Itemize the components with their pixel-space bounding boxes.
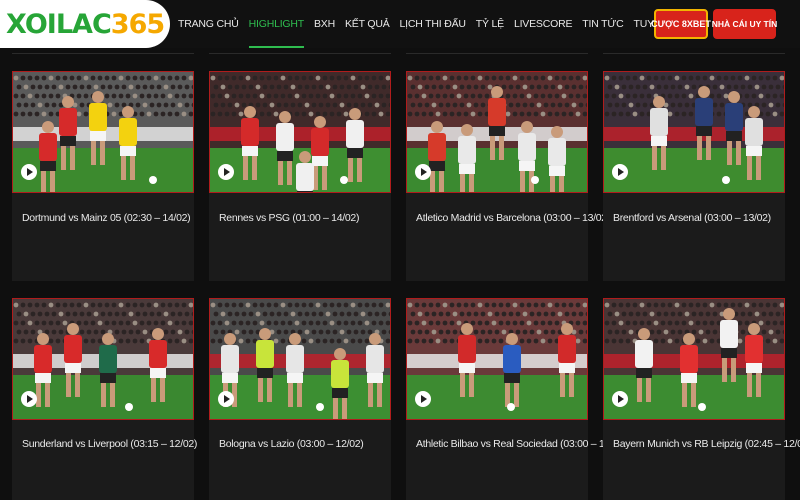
video-thumbnail[interactable] — [406, 71, 588, 193]
match-photo — [13, 299, 193, 419]
highlight-card[interactable]: Atletico Madrid vs Barcelona (03:00 – 13… — [406, 71, 610, 281]
video-thumbnail[interactable] — [12, 71, 194, 193]
match-photo — [210, 72, 390, 192]
nav-item-trang-chu[interactable]: TRANG CHỦ — [178, 0, 239, 48]
match-photo — [604, 299, 784, 419]
bet-8xbet-button[interactable]: CƯỢC 8XBET — [651, 9, 711, 39]
match-photo — [407, 72, 587, 192]
highlight-card[interactable]: Brentford vs Arsenal (03:00 – 13/02) — [603, 71, 785, 281]
match-title[interactable]: Bologna vs Lazio (03:00 – 12/02) — [219, 438, 364, 450]
logo-text: XOILAC — [6, 8, 112, 40]
trusted-bookmaker-button[interactable]: NHÀ CÁI UY TÍN — [712, 9, 777, 39]
video-thumbnail[interactable] — [406, 298, 588, 420]
video-thumbnail[interactable] — [209, 298, 391, 420]
play-icon[interactable] — [415, 391, 431, 407]
play-icon[interactable] — [218, 164, 234, 180]
match-title[interactable]: Rennes vs PSG (01:00 – 14/02) — [219, 212, 359, 224]
nav-item-ket-qua[interactable]: KẾT QUẢ — [345, 0, 390, 48]
nav-item-highlight[interactable]: HIGHLIGHT — [248, 0, 305, 48]
highlight-card[interactable]: Sunderland vs Liverpool (03:15 – 12/02) — [12, 298, 197, 500]
match-photo — [13, 72, 193, 192]
site-header: XOILAC 365 TRANG CHỦ HIGHLIGHT BXH KẾT QU… — [0, 0, 800, 48]
match-title[interactable]: Bayern Munich vs RB Leipzig (02:45 – 12/… — [613, 438, 800, 450]
match-title[interactable]: Atletico Madrid vs Barcelona (03:00 – 13… — [416, 212, 610, 224]
logo-number: 365 — [110, 8, 165, 40]
nav-item-livescore[interactable]: LIVESCORE — [514, 0, 573, 48]
nav-item-bxh[interactable]: BXH — [314, 0, 335, 48]
nav-item-tin-tuc[interactable]: TIN TỨC — [582, 0, 623, 48]
previous-row-edges — [0, 48, 800, 54]
video-thumbnail[interactable] — [209, 71, 391, 193]
play-icon[interactable] — [21, 164, 37, 180]
play-icon[interactable] — [612, 164, 628, 180]
site-logo[interactable]: XOILAC 365 — [0, 0, 170, 48]
match-title[interactable]: Athletic Bilbao vs Real Sociedad (03:00 … — [416, 438, 627, 450]
match-title[interactable]: Dortmund vs Mainz 05 (02:30 – 14/02) — [22, 212, 191, 224]
highlight-card[interactable]: Dortmund vs Mainz 05 (02:30 – 14/02) — [12, 71, 194, 281]
highlight-card[interactable]: Athletic Bilbao vs Real Sociedad (03:00 … — [406, 298, 627, 500]
match-photo — [210, 299, 390, 419]
match-title[interactable]: Sunderland vs Liverpool (03:15 – 12/02) — [22, 438, 197, 450]
nav-item-ty-le[interactable]: TỶ LỆ — [476, 0, 504, 48]
video-thumbnail[interactable] — [603, 71, 785, 193]
play-icon[interactable] — [415, 164, 431, 180]
match-photo — [604, 72, 784, 192]
play-icon[interactable] — [612, 391, 628, 407]
match-photo — [407, 299, 587, 419]
highlight-card[interactable]: Bayern Munich vs RB Leipzig (02:45 – 12/… — [603, 298, 800, 500]
nav-item-lich-thi-dau[interactable]: LỊCH THI ĐẤU — [400, 0, 466, 48]
match-title[interactable]: Brentford vs Arsenal (03:00 – 13/02) — [613, 212, 771, 224]
highlight-card[interactable]: Bologna vs Lazio (03:00 – 12/02) — [209, 298, 391, 500]
highlight-card[interactable]: Rennes vs PSG (01:00 – 14/02) — [209, 71, 391, 281]
video-thumbnail[interactable] — [603, 298, 785, 420]
play-icon[interactable] — [218, 391, 234, 407]
video-thumbnail[interactable] — [12, 298, 194, 420]
play-icon[interactable] — [21, 391, 37, 407]
main-nav: TRANG CHỦ HIGHLIGHT BXH KẾT QUẢ LỊCH THI… — [178, 0, 711, 48]
